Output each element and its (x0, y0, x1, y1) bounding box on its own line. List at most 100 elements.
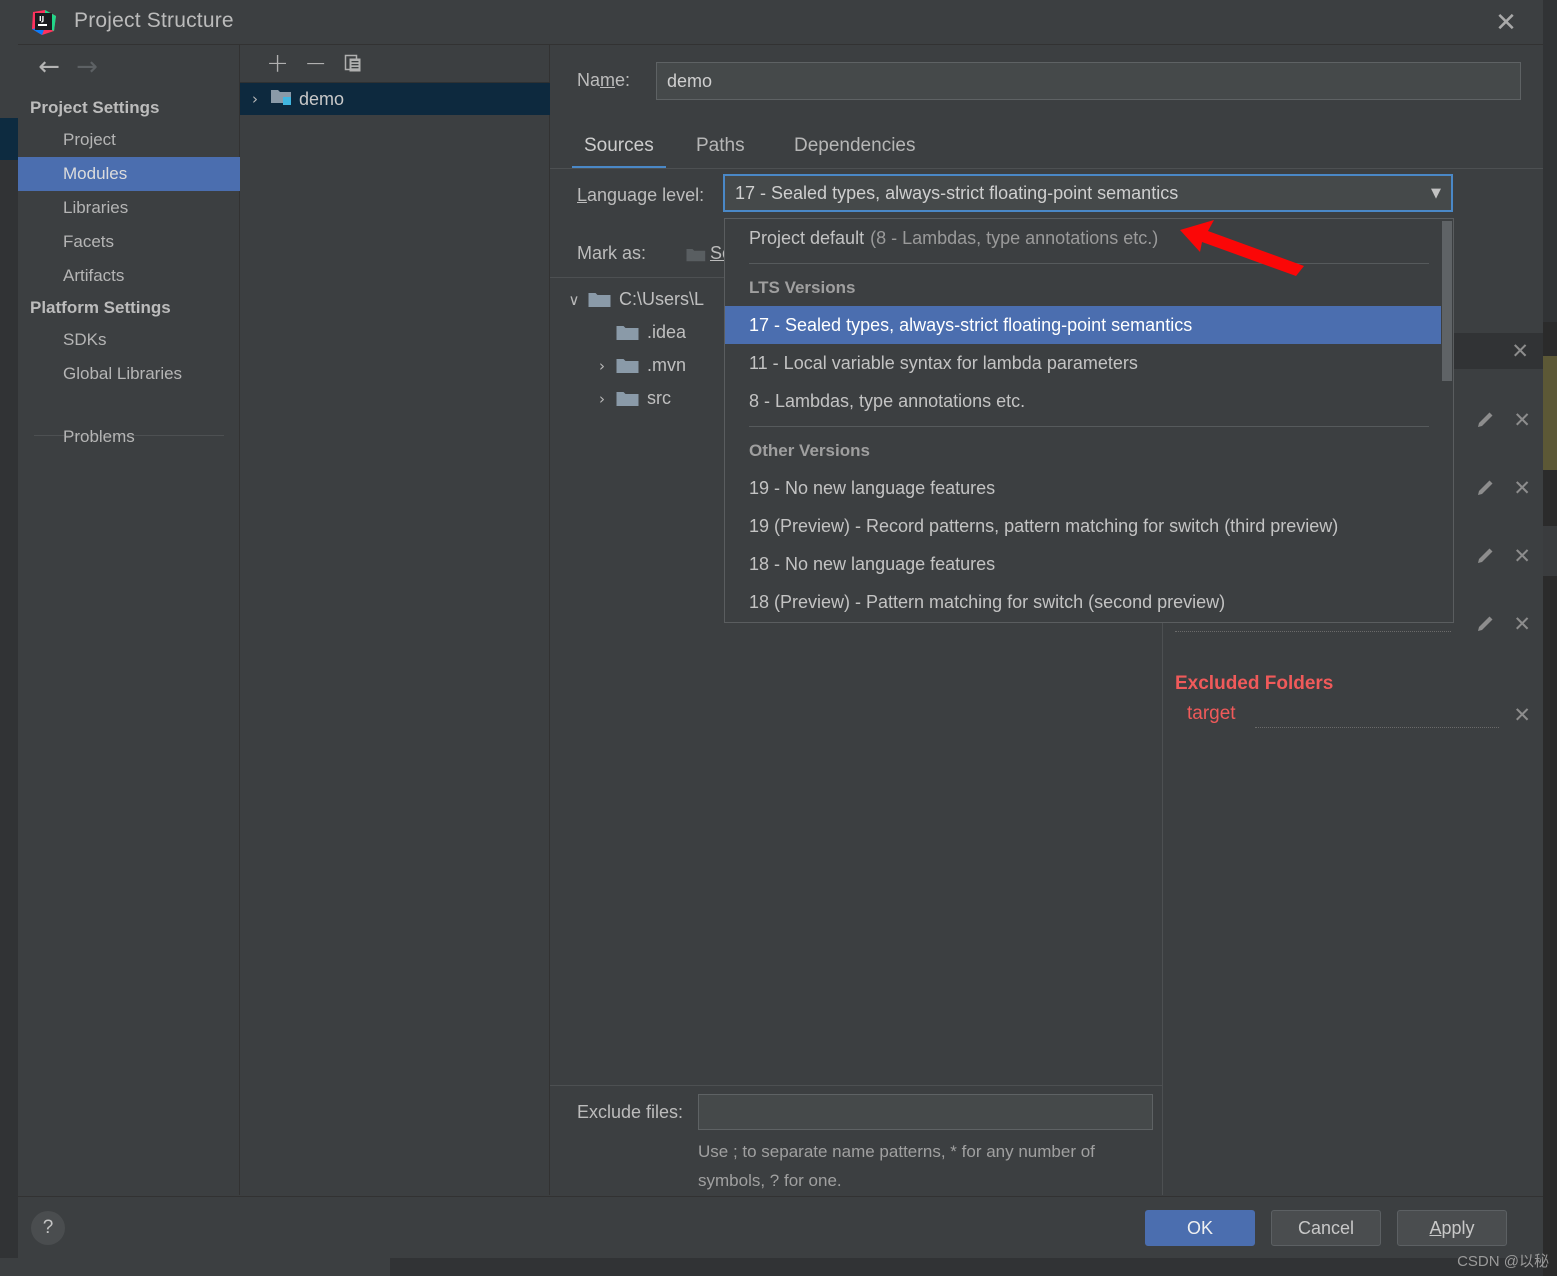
language-level-value: 17 - Sealed types, always-strict floatin… (735, 182, 1179, 203)
minus-icon[interactable]: − (300, 48, 331, 79)
tab-label: Sources (584, 135, 654, 156)
sidebar-item-global-libraries[interactable]: Global Libraries (18, 357, 240, 391)
project-structure-dialog: IJ Project Structure ✕ ← → Project Setti… (18, 0, 1543, 1258)
sidebar-item-modules[interactable]: Modules (18, 157, 240, 191)
pencil-icon[interactable] (1475, 546, 1495, 566)
sidebar-group-platform-settings: Platform Settings (30, 298, 171, 317)
dropdown-option-19[interactable]: 19 - No new language features (725, 469, 1453, 507)
close-icon[interactable]: ✕ (1483, 6, 1529, 40)
dropdown-group-lts: LTS Versions (749, 278, 856, 297)
copy-icon[interactable] (338, 48, 369, 79)
tab-dependencies[interactable]: Dependencies (782, 123, 927, 169)
dropdown-group-other: Other Versions (749, 441, 870, 460)
dialog-footer: ? OK Cancel Apply (18, 1196, 1543, 1258)
tree-row-label: C:\Users\L (619, 289, 705, 309)
tab-paths[interactable]: Paths (684, 123, 757, 169)
tree-row-label: src (647, 388, 671, 408)
sidebar-item-problems[interactable]: Problems (18, 420, 240, 454)
close-icon[interactable]: ✕ (1513, 476, 1531, 500)
screen-root: IJ Project Structure ✕ ← → Project Setti… (0, 0, 1557, 1276)
tabs-underline (550, 168, 1543, 169)
dropdown-option-label: 19 (Preview) - Record patterns, pattern … (749, 515, 1339, 536)
close-icon[interactable]: ✕ (1513, 703, 1531, 727)
pencil-icon[interactable] (1475, 410, 1495, 430)
folder-icon (616, 324, 639, 342)
module-name-input[interactable] (656, 62, 1521, 100)
arrow-right-icon[interactable]: → (70, 51, 104, 83)
background-right-strip-3 (1543, 470, 1557, 526)
sidebar-item-label: Project (63, 130, 116, 149)
background-right-strip-4 (1543, 526, 1557, 576)
close-icon[interactable]: ✕ (1511, 339, 1529, 363)
dropdown-scrollbar-thumb[interactable] (1442, 221, 1452, 381)
dropdown-option-19-preview[interactable]: 19 (Preview) - Record patterns, pattern … (725, 507, 1453, 545)
sidebar-item-artifacts[interactable]: Artifacts (18, 259, 240, 293)
sidebar-item-sdks[interactable]: SDKs (18, 323, 240, 357)
dropdown-option-17-preview[interactable]: 17 (Preview) - Pattern matching for swit… (725, 621, 1453, 622)
button-label: Apply (1429, 1217, 1475, 1238)
chevron-right-icon[interactable]: › (588, 357, 616, 375)
background-right-strip-1 (1543, 322, 1557, 356)
excluded-folders-title: Excluded Folders (1175, 673, 1334, 694)
apply-button[interactable]: Apply (1397, 1210, 1507, 1246)
exclude-files-input[interactable] (698, 1094, 1153, 1130)
dialog-title-bar: IJ Project Structure ✕ (18, 0, 1543, 45)
folder-icon (616, 390, 639, 408)
dropdown-option-label: Project default (749, 227, 865, 248)
tab-sources[interactable]: Sources (572, 123, 666, 169)
chevron-down-icon[interactable]: ∨ (560, 291, 588, 309)
dropdown-option-label: 11 - Local variable syntax for lambda pa… (749, 352, 1138, 373)
close-icon[interactable]: ✕ (1513, 408, 1531, 432)
sidebar-item-facets[interactable]: Facets (18, 225, 240, 259)
dropdown-option-18-preview[interactable]: 18 (Preview) - Pattern matching for swit… (725, 583, 1453, 621)
language-level-combobox[interactable]: 17 - Sealed types, always-strict floatin… (723, 174, 1453, 212)
dropdown-option-8-lts[interactable]: 8 - Lambdas, type annotations etc. (725, 382, 1453, 420)
background-right-strip-2 (1543, 356, 1557, 470)
sidebar-item-label: Modules (63, 164, 128, 183)
modules-list-panel: + − › demo (240, 45, 550, 1195)
dropdown-separator (749, 263, 1429, 264)
excluded-folder-label: target (1187, 703, 1236, 724)
ok-button[interactable]: OK (1145, 1210, 1255, 1246)
cancel-button[interactable]: Cancel (1271, 1210, 1381, 1246)
pencil-icon[interactable] (1475, 614, 1495, 634)
tree-row-label: .mvn (647, 355, 687, 375)
dropdown-option-label: 8 - Lambdas, type annotations etc. (749, 390, 1026, 411)
modules-tree-item-demo[interactable]: › demo (240, 83, 550, 115)
dropdown-option-detail: (8 - Lambdas, type annotations etc.) (870, 227, 1159, 248)
dropdown-scrollbar[interactable] (1441, 219, 1453, 622)
plus-icon[interactable]: + (262, 48, 293, 79)
close-icon[interactable]: ✕ (1513, 544, 1531, 568)
exclude-files-hint: Use ; to separate name patterns, * for a… (698, 1142, 1095, 1190)
chevron-down-icon[interactable]: ▼ (1431, 186, 1441, 201)
help-button[interactable]: ? (31, 1211, 65, 1245)
close-icon[interactable]: ✕ (1513, 612, 1531, 636)
sidebar-item-label: Libraries (63, 198, 129, 217)
sidebar-item-project[interactable]: Project (18, 123, 240, 157)
intellij-idea-logo-icon: IJ (31, 9, 58, 36)
dropdown-option-18[interactable]: 18 - No new language features (725, 545, 1453, 583)
sidebar-item-libraries[interactable]: Libraries (18, 191, 240, 225)
sidebar-item-label: Facets (63, 232, 115, 251)
mark-as-label: Mark as: (577, 243, 647, 263)
name-label: Name: (577, 70, 631, 90)
chevron-right-icon[interactable]: › (240, 90, 270, 108)
dropdown-option-11-lts[interactable]: 11 - Local variable syntax for lambda pa… (725, 344, 1453, 382)
tab-label: Paths (696, 135, 745, 156)
pencil-icon[interactable] (1475, 478, 1495, 498)
sidebar-item-label: Global Libraries (63, 364, 183, 383)
arrow-left-icon[interactable]: ← (32, 51, 66, 83)
excluded-folder-row[interactable]: target ✕ (1163, 703, 1543, 737)
exclude-files-label: Exclude files: (577, 1102, 684, 1122)
dropdown-option-17-lts[interactable]: 17 - Sealed types, always-strict floatin… (725, 306, 1453, 344)
modules-toolbar: + − (240, 45, 550, 82)
sidebar-group-project-settings: Project Settings (30, 98, 160, 117)
settings-sidebar: ← → Project Settings Project Modules Lib… (18, 45, 240, 1195)
dropdown-option-project-default[interactable]: Project default (8 - Lambdas, type annot… (725, 219, 1453, 257)
row-dotted-leader (1255, 727, 1499, 728)
sidebar-item-label: Problems (63, 427, 135, 446)
language-level-label: Language level: (577, 185, 705, 205)
button-label: OK (1186, 1217, 1213, 1238)
dropdown-option-label: 18 (Preview) - Pattern matching for swit… (749, 591, 1226, 612)
chevron-right-icon[interactable]: › (588, 390, 616, 408)
